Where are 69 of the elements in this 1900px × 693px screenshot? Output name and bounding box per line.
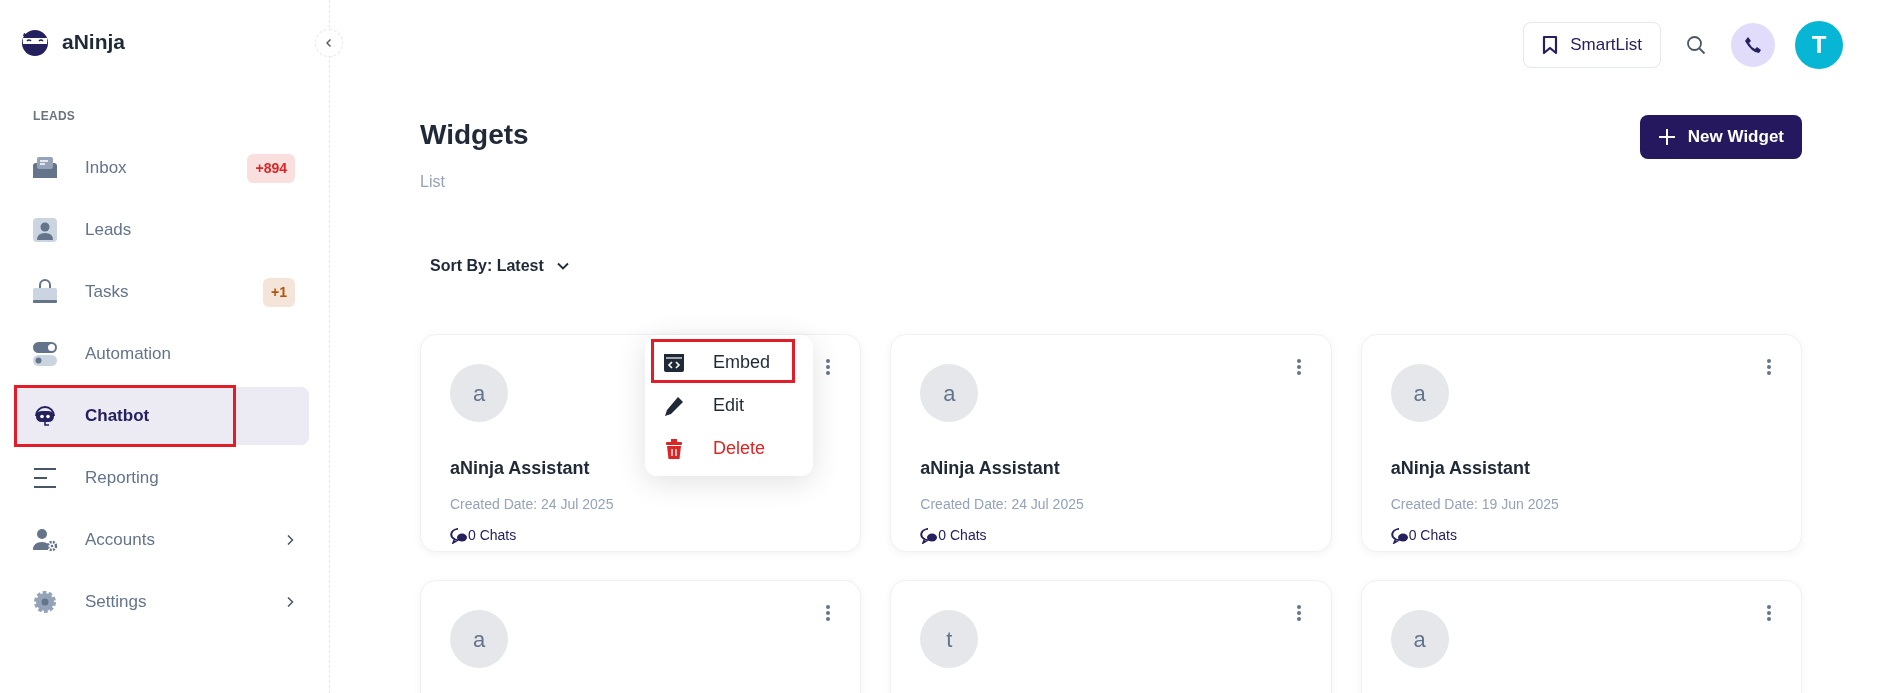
sidebar-item[interactable]: Reporting — [14, 449, 309, 507]
gear-icon — [32, 589, 58, 615]
created-date: Created Date: 24 Jul 2025 — [450, 495, 615, 514]
kebab-icon — [1767, 604, 1771, 622]
widget-avatar: a — [450, 364, 508, 422]
widget-avatar: a — [1390, 364, 1449, 422]
lines-icon — [32, 465, 58, 491]
widget-name: aNinja Assistant — [1390, 457, 1532, 480]
page-title: Widgets — [420, 118, 529, 152]
kebab-icon — [826, 358, 831, 376]
envelope-icon — [32, 155, 58, 181]
bag-icon — [32, 279, 58, 305]
chat-count: 0 Chats — [1408, 526, 1457, 545]
menu-item[interactable]: Edit — [645, 384, 813, 427]
widget-card[interactable]: t — [890, 580, 1332, 693]
widget-avatar: a — [920, 364, 979, 422]
created-date: Created Date: 19 Jun 2025 — [1390, 495, 1560, 514]
toggle-icon — [32, 341, 58, 367]
menu-item[interactable]: Embed — [645, 341, 813, 384]
smartlist-button[interactable]: SmartList — [1523, 22, 1661, 68]
chevron-down-icon — [555, 261, 570, 271]
user-gear-icon — [32, 527, 58, 553]
menu-item[interactable]: Delete — [645, 427, 813, 470]
kebab-icon — [826, 604, 831, 622]
chat-bubbles-icon — [920, 527, 939, 544]
count-badge: +894 — [247, 153, 295, 183]
phone-icon — [1744, 36, 1762, 54]
widget-card[interactable]: a aNinja Assistant Created Date: 24 Jul 2025 0 Chats Embed Edit Delete — [420, 334, 862, 552]
sidebar-item[interactable]: Automation — [14, 325, 309, 383]
sidebar-item[interactable]: Inbox +894 — [14, 139, 309, 197]
phone-button[interactable] — [1731, 23, 1775, 67]
bot-headset-icon — [32, 403, 58, 429]
chat-bubbles-icon — [1390, 527, 1409, 544]
widget-card[interactable]: a aNinja Assistant Created Date: 19 Jun 2025 0 Chats — [1360, 334, 1802, 552]
widget-card[interactable]: a — [420, 580, 862, 693]
brand-name: aNinja — [62, 29, 126, 56]
sidebar-item[interactable]: Tasks +1 — [14, 263, 309, 321]
page-subtitle: List — [420, 172, 446, 192]
sidebar-item[interactable]: Accounts — [14, 511, 309, 569]
sort-dropdown[interactable]: Sort By: Latest — [430, 254, 570, 278]
user-icon — [32, 217, 58, 243]
pencil-icon — [663, 394, 685, 417]
kebab-icon — [1296, 358, 1301, 376]
chevron-left-icon — [324, 38, 334, 48]
new-widget-button[interactable]: New Widget — [1639, 115, 1802, 159]
widget-name: aNinja Assistant — [920, 457, 1061, 480]
sidebar-item[interactable]: Leads — [14, 201, 309, 259]
widget-avatar: a — [450, 610, 508, 668]
search-icon — [1686, 35, 1706, 55]
sidebar-item[interactable]: Chatbot — [14, 387, 309, 445]
chat-count: 0 Chats — [938, 526, 987, 545]
trash-icon — [663, 437, 685, 460]
plus-icon — [1657, 128, 1676, 146]
chat-count: 0 Chats — [468, 526, 517, 545]
widget-card[interactable]: a — [1360, 580, 1802, 693]
created-date: Created Date: 24 Jul 2025 — [920, 495, 1085, 514]
chat-bubbles-icon — [450, 527, 468, 544]
bookmark-icon — [1542, 35, 1559, 55]
count-badge: +1 — [263, 277, 295, 307]
section-label: LEADS — [32, 108, 77, 125]
widget-card[interactable]: a aNinja Assistant Created Date: 24 Jul 2025 0 Chats — [890, 334, 1332, 552]
kebab-icon — [1296, 604, 1301, 622]
widget-name: aNinja Assistant — [450, 457, 591, 480]
sidebar-item[interactable]: Settings — [14, 573, 309, 631]
widget-avatar: t — [920, 610, 979, 668]
code-window-icon — [663, 351, 685, 374]
ninja-logo-icon — [20, 27, 50, 57]
widget-avatar: a — [1390, 610, 1449, 668]
kebab-icon — [1767, 358, 1771, 376]
